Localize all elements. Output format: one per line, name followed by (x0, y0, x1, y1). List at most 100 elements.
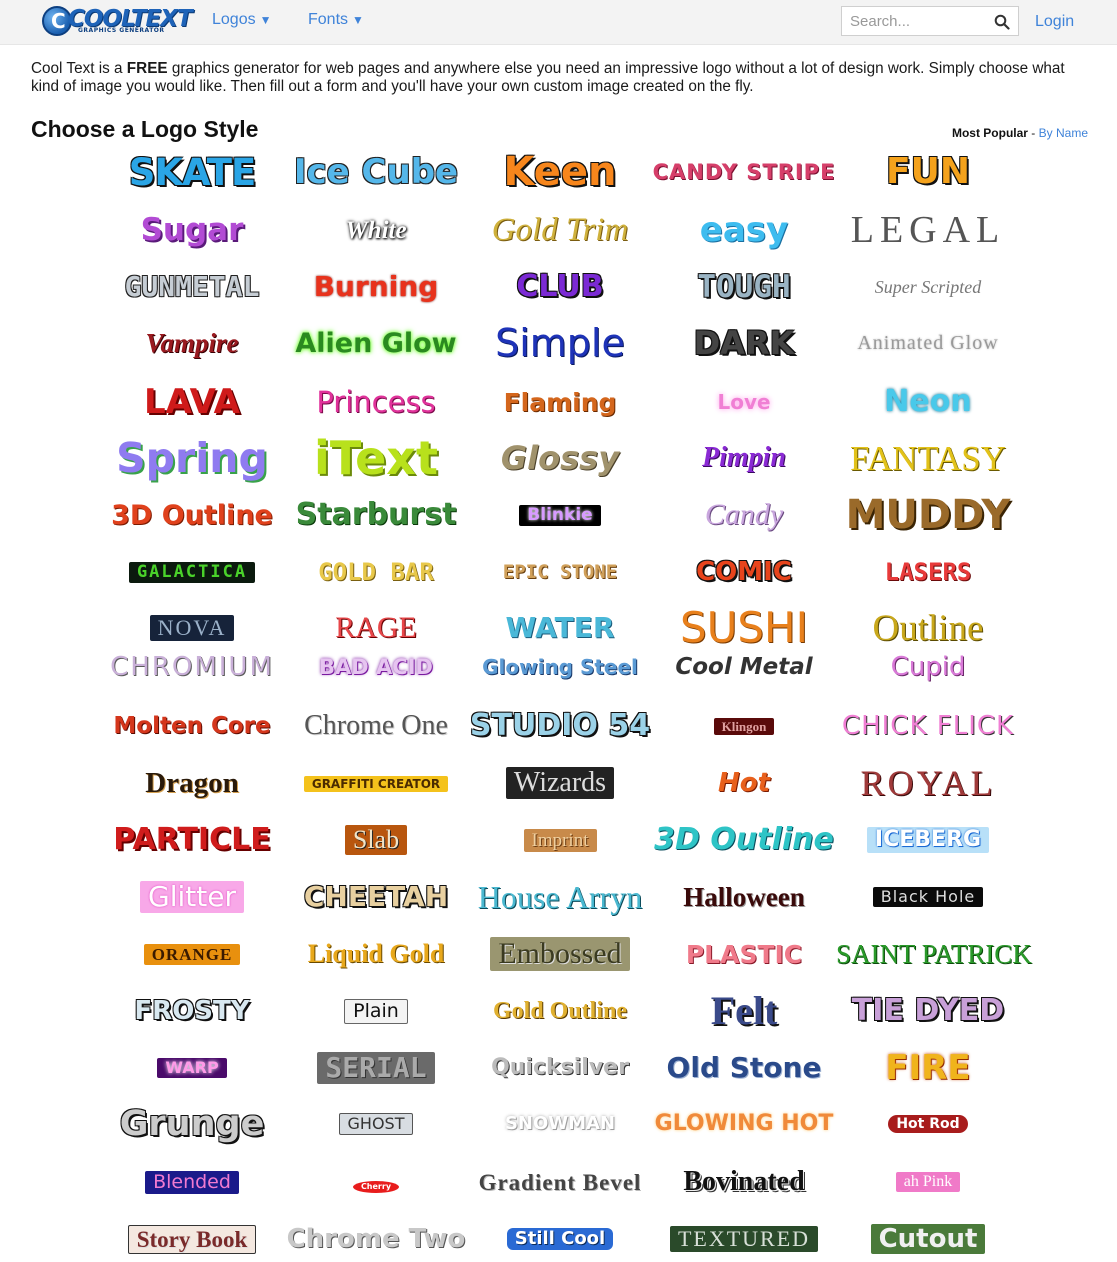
logo-style-tile[interactable]: Neon (836, 387, 1020, 417)
fonts-menu[interactable]: Fonts ▼ (308, 11, 364, 29)
logo-style-tile[interactable]: Blinkie (468, 504, 652, 526)
logo-style-tile[interactable]: FIRE (836, 1051, 1020, 1085)
logo-style-tile[interactable]: Outline (836, 610, 1020, 647)
logo-style-tile[interactable]: FROSTY (100, 998, 284, 1024)
logo-style-tile[interactable]: PLASTIC (652, 942, 836, 968)
logo-style-tile[interactable]: Candy (652, 500, 836, 530)
logo-style-tile[interactable]: Bovinated (652, 1168, 836, 1196)
login-link[interactable]: Login (1035, 13, 1074, 31)
logo-style-tile[interactable]: Cool Metal (652, 655, 836, 679)
logo-style-tile[interactable]: CHROMIUM (100, 654, 284, 680)
logo-style-tile[interactable]: Alien Glow (284, 330, 468, 357)
logo-style-tile[interactable]: FUN (836, 154, 1020, 190)
logo-style-tile[interactable]: Spring (100, 437, 284, 479)
logo-style-tile[interactable]: Flaming (468, 390, 652, 416)
logo-style-tile[interactable]: Klingon (652, 717, 836, 736)
logo-style-tile[interactable]: Glowing Steel (468, 657, 652, 679)
logo-style-tile[interactable]: CHEETAH (284, 883, 468, 911)
logo-style-tile[interactable]: GUNMETAL (100, 273, 284, 301)
logo-style-tile[interactable]: Vampire (100, 329, 284, 357)
logo-style-tile[interactable]: PARTICLE (100, 825, 284, 855)
logo-style-tile[interactable]: Imprint (468, 828, 652, 852)
logo-style-tile[interactable]: Princess (284, 387, 468, 417)
logo-style-tile[interactable]: Animated Glow (836, 333, 1020, 354)
logo-style-tile[interactable]: 3D Outline (100, 502, 284, 529)
logos-menu[interactable]: Logos ▼ (212, 11, 271, 29)
logo-style-tile[interactable]: Molten Core (100, 714, 284, 738)
logo-style-tile[interactable]: Plain (284, 998, 468, 1024)
logo-style-tile[interactable]: GLOWING HOT (652, 1113, 836, 1135)
logo-style-tile[interactable]: Story Book (100, 1224, 284, 1254)
logo-style-tile[interactable]: SKATE (100, 154, 284, 191)
logo-style-tile[interactable]: GALACTICA (100, 561, 284, 583)
logo-style-tile[interactable]: WATER (468, 614, 652, 642)
logo-style-tile[interactable]: SNOWMAN (468, 1115, 652, 1134)
logo-style-tile[interactable]: Wizards (468, 767, 652, 799)
logo-style-tile[interactable]: GRAFFITI CREATOR (284, 775, 468, 793)
logo-style-tile[interactable]: Burning (284, 273, 468, 301)
logo-style-tile[interactable]: SAINT PATRICK (836, 940, 1032, 968)
logo-style-tile[interactable]: Grunge (100, 1106, 284, 1142)
logo-style-tile[interactable]: Quicksilver (468, 1057, 652, 1079)
logo-style-tile[interactable]: iText (284, 435, 468, 481)
logo-style-tile[interactable]: Chrome Two (284, 1226, 468, 1252)
logo-style-tile[interactable]: DARK (652, 327, 836, 359)
logo-style-tile[interactable]: GOLD BAR (284, 560, 468, 585)
logo-style-tile[interactable]: TEXTURED (652, 1226, 836, 1252)
logo-style-tile[interactable]: 3D Outline (652, 825, 836, 855)
logo-style-tile[interactable]: Gold Trim (468, 213, 652, 247)
logo-style-tile[interactable]: Cutout (836, 1224, 1020, 1254)
logo-style-tile[interactable]: STUDIO 54 (468, 711, 652, 741)
logo-style-tile[interactable]: SERIAL (284, 1052, 468, 1084)
logo-style-tile[interactable]: Cupid (836, 654, 1020, 680)
logo-style-tile[interactable]: CHICK FLICK (836, 713, 1020, 739)
logo-style-tile[interactable]: CLUB (468, 272, 652, 302)
logo-style-tile[interactable]: Embossed (468, 937, 652, 971)
logo-style-tile[interactable]: ah Pink (836, 1172, 1020, 1192)
logo-style-tile[interactable]: EPIC STONE (468, 562, 652, 583)
logo-style-tile[interactable]: RAGE (284, 613, 468, 643)
sort-by-name-link[interactable]: By Name (1039, 126, 1088, 140)
cooltext-logo[interactable]: COOLTEXT GRAPHICS GENERATOR (42, 6, 193, 36)
logo-style-tile[interactable]: Still Cool (468, 1228, 652, 1250)
logo-style-tile[interactable]: Hot Rod (836, 1115, 1020, 1133)
logo-style-tile[interactable]: TOUGH (652, 271, 836, 303)
logo-style-tile[interactable]: Hot (652, 770, 836, 796)
logo-style-tile[interactable]: Chrome One (284, 712, 468, 740)
logo-style-tile[interactable]: Keen (468, 152, 652, 192)
logo-style-tile[interactable]: TIE DYED (836, 996, 1020, 1026)
logo-style-tile[interactable]: Black Hole (836, 887, 1020, 907)
logo-style-tile[interactable]: Super Scripted (836, 278, 1020, 298)
logo-style-tile[interactable]: MUDDY (836, 495, 1020, 535)
logo-style-tile[interactable]: Halloween (652, 883, 836, 911)
logo-style-tile[interactable]: ICEBERG (836, 827, 1020, 853)
logo-style-tile[interactable]: Love (652, 392, 836, 414)
logo-style-tile[interactable]: BAD ACID (284, 656, 468, 679)
logo-style-tile[interactable]: Slab (284, 825, 468, 855)
logo-style-tile[interactable]: Dragon (100, 768, 284, 798)
logo-style-tile[interactable]: Ice Cube (284, 155, 468, 189)
logo-style-tile[interactable]: LASERS (836, 560, 1020, 585)
logo-style-tile[interactable]: LEGAL (836, 211, 1020, 249)
search-icon[interactable] (994, 14, 1010, 30)
logo-style-tile[interactable]: NOVA (100, 615, 284, 641)
logo-style-tile[interactable]: GHOST (284, 1113, 468, 1135)
logo-style-tile[interactable]: ORANGE (100, 943, 284, 965)
logo-style-tile[interactable]: Glossy (468, 442, 652, 474)
logo-style-tile[interactable]: CANDY STRIPE (652, 161, 836, 184)
logo-style-tile[interactable]: SUSHI (652, 607, 836, 649)
logo-style-tile[interactable]: Liquid Gold (284, 941, 468, 967)
logo-style-tile[interactable]: Old Stone (652, 1054, 836, 1082)
logo-style-tile[interactable]: Blended (100, 1170, 284, 1194)
logo-style-tile[interactable]: COMIC (652, 559, 836, 585)
logo-style-tile[interactable]: House Arryn (468, 881, 652, 913)
logo-style-tile[interactable]: Simple (468, 324, 652, 362)
logo-style-tile[interactable]: Glitter (100, 881, 284, 913)
logo-style-tile[interactable]: WARP (100, 1058, 284, 1078)
logo-style-tile[interactable]: Sugar (100, 214, 284, 246)
logo-style-tile[interactable]: easy (652, 213, 836, 247)
logo-style-tile[interactable]: ROYAL (836, 765, 1020, 801)
logo-style-tile[interactable]: FANTASY (836, 441, 1020, 476)
logo-style-tile[interactable]: Starburst (284, 500, 468, 530)
logo-style-tile[interactable]: Cherry (284, 1176, 468, 1194)
